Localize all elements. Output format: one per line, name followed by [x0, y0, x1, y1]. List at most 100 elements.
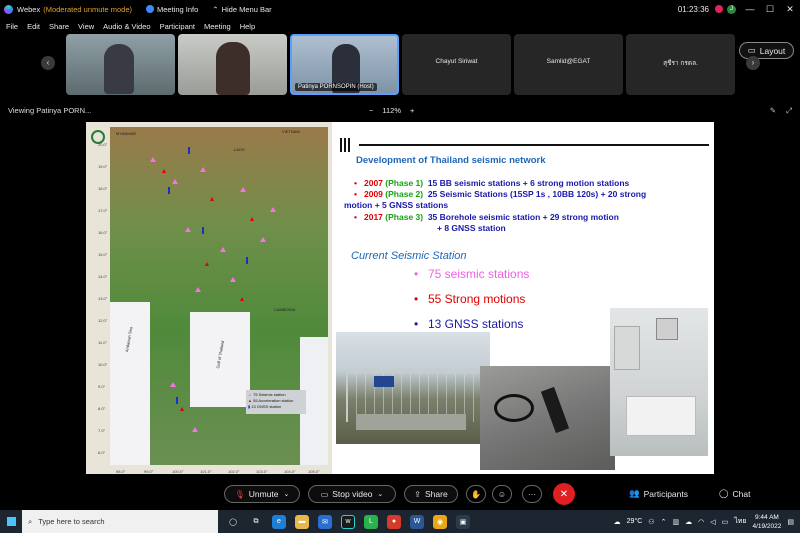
- moderation-mode: (Moderated unmute mode): [43, 4, 133, 14]
- seismic-map: MYANMAR LAOS VIETNAM CAMBODIA Andaman Se…: [86, 122, 332, 474]
- lon-tick: 102.0°: [228, 469, 240, 474]
- lon-tick: 103.0°: [256, 469, 268, 474]
- minimize-button[interactable]: —: [740, 4, 760, 14]
- participant-tile-4[interactable]: Chayut Siriwat: [402, 34, 511, 95]
- menu-share[interactable]: Share: [49, 22, 69, 31]
- menu-participant[interactable]: Participant: [160, 22, 195, 31]
- lon-tick: 101.0°: [200, 469, 212, 474]
- word-icon[interactable]: W: [410, 514, 424, 529]
- temperature[interactable]: 29°C: [627, 518, 643, 525]
- file-explorer-icon[interactable]: ▬: [295, 514, 309, 529]
- chevron-up-icon: ⌃: [212, 4, 219, 14]
- strong-motion-marker: [250, 217, 254, 221]
- annotate-icon[interactable]: ✎: [770, 106, 776, 116]
- edge-icon[interactable]: e: [272, 514, 286, 529]
- taskbar-clock[interactable]: 9:44 AM 4/19/2022: [752, 513, 781, 531]
- participant-tile-1[interactable]: [66, 34, 175, 95]
- chat-button[interactable]: ◯ Chat: [719, 488, 750, 499]
- battery-icon[interactable]: ▭: [722, 518, 729, 526]
- weather-icon[interactable]: ☁: [614, 518, 621, 526]
- shared-slide: MYANMAR LAOS VIETNAM CAMBODIA Andaman Se…: [86, 122, 714, 474]
- task-view-icon[interactable]: ⧉: [249, 515, 263, 529]
- participants-button[interactable]: 👥 Participants: [629, 488, 688, 499]
- zoom-in-button[interactable]: +: [410, 106, 414, 115]
- mail-icon[interactable]: ✉: [318, 514, 332, 529]
- label-myanmar: MYANMAR: [116, 131, 137, 136]
- unmute-button[interactable]: 🎙 Unmute ⌄: [224, 485, 300, 503]
- leave-meeting-button[interactable]: ✕: [553, 483, 575, 505]
- seismic-station-marker: [195, 287, 201, 292]
- menu-help[interactable]: Help: [240, 22, 255, 31]
- menu-bar: File Edit Share View Audio & Video Parti…: [0, 19, 258, 33]
- fan-shape: [656, 318, 678, 340]
- cortana-icon[interactable]: ◯: [226, 515, 240, 529]
- reactions-button[interactable]: ☺: [492, 485, 512, 503]
- stat-gnss: • 13 GNSS stations: [414, 317, 524, 331]
- people-tray-icon[interactable]: ⚇: [648, 518, 654, 526]
- menu-meeting[interactable]: Meeting: [204, 22, 231, 31]
- webex-icon[interactable]: w: [341, 514, 355, 529]
- raise-hand-button[interactable]: ✋: [466, 485, 486, 503]
- lat-tick: 6.0°: [98, 450, 106, 455]
- windows-taskbar: ⌕ Type here to search ◯ ⧉ e ▬ ✉ w L ● W …: [0, 510, 800, 533]
- lat-tick: 20.0°: [98, 142, 108, 147]
- more-options-button[interactable]: ···: [522, 485, 542, 503]
- seismic-station-marker: [185, 227, 191, 232]
- lat-tick: 10.0°: [98, 362, 108, 367]
- share-button[interactable]: ⇪ Share: [404, 485, 458, 503]
- lat-tick: 18.0°: [98, 186, 108, 191]
- participant-name: สุชีรา กรดล.: [663, 60, 698, 67]
- line-icon[interactable]: L: [364, 514, 378, 529]
- title-rule: [359, 144, 709, 146]
- slide-content: Development of Thailand seismic network …: [334, 122, 714, 474]
- photos-icon[interactable]: ▣: [456, 514, 470, 529]
- wifi-icon[interactable]: ◠: [698, 518, 704, 526]
- onedrive-icon[interactable]: ☁: [685, 518, 692, 526]
- chevron-down-icon[interactable]: ⌄: [377, 490, 383, 498]
- meeting-info-button[interactable]: Meeting Info: [146, 5, 198, 14]
- participant-tile-host[interactable]: Patinya PORNSOPIN (Host): [290, 34, 399, 95]
- hide-menu-bar-button[interactable]: ⌃ Hide Menu Bar: [212, 5, 271, 14]
- seismic-station-marker: [150, 157, 156, 162]
- volume-icon[interactable]: ◁: [710, 518, 715, 526]
- slide-bars-icon: [340, 138, 354, 152]
- start-button[interactable]: [0, 510, 22, 533]
- menu-audio-video[interactable]: Audio & Video: [103, 22, 150, 31]
- language-indicator[interactable]: ไทย: [734, 516, 746, 527]
- share-label: Share: [425, 489, 448, 499]
- layout-label: Layout: [759, 45, 786, 56]
- chevron-down-icon[interactable]: ⌄: [284, 490, 290, 498]
- taskbar-search[interactable]: ⌕ Type here to search: [22, 510, 218, 533]
- participant-video-2: [216, 42, 250, 95]
- share-view-toolbar: Viewing Patinya PORN... − 112% + ✎ ⤢: [0, 104, 800, 118]
- expand-icon[interactable]: ⤢: [786, 106, 792, 116]
- chat-icon: ◯: [719, 488, 729, 498]
- maximize-button[interactable]: ☐: [760, 4, 780, 15]
- participant-tile-6[interactable]: สุชีรา กรดล.: [626, 34, 735, 95]
- menu-view[interactable]: View: [78, 22, 94, 31]
- hide-menu-label: Hide Menu Bar: [221, 4, 272, 14]
- strong-motion-marker: [240, 297, 244, 301]
- taskbar-apps: ◯ ⧉ e ▬ ✉ w L ● W ◉ ▣: [226, 514, 470, 529]
- participant-tile-5[interactable]: Samlid@EGAT: [514, 34, 623, 95]
- strip-prev-button[interactable]: ‹: [41, 56, 55, 70]
- menu-file[interactable]: File: [6, 22, 18, 31]
- chevron-up-tray-icon[interactable]: ⌃: [661, 518, 667, 526]
- layout-button[interactable]: ▭ Layout: [739, 42, 794, 59]
- zoom-value[interactable]: 112%: [382, 106, 401, 115]
- station-photo-cabinet: [610, 308, 708, 456]
- info-icon: [146, 5, 155, 13]
- zoom-out-button[interactable]: −: [369, 106, 373, 115]
- menu-edit[interactable]: Edit: [27, 22, 40, 31]
- user-avatar[interactable]: J: [727, 4, 736, 14]
- stop-video-label: Stop video: [332, 489, 373, 499]
- strip-next-button[interactable]: ›: [746, 56, 760, 70]
- chrome-icon[interactable]: ◉: [433, 514, 447, 529]
- chrome-app-icon[interactable]: ●: [387, 514, 401, 529]
- network-icon[interactable]: ▥: [672, 518, 679, 526]
- notifications-icon[interactable]: ▤: [787, 518, 794, 526]
- participant-name: Samlid@EGAT: [546, 58, 591, 65]
- participant-tile-2[interactable]: [178, 34, 287, 95]
- close-window-button[interactable]: ✕: [780, 4, 800, 15]
- stop-video-button[interactable]: ▭ Stop video ⌄: [308, 485, 396, 503]
